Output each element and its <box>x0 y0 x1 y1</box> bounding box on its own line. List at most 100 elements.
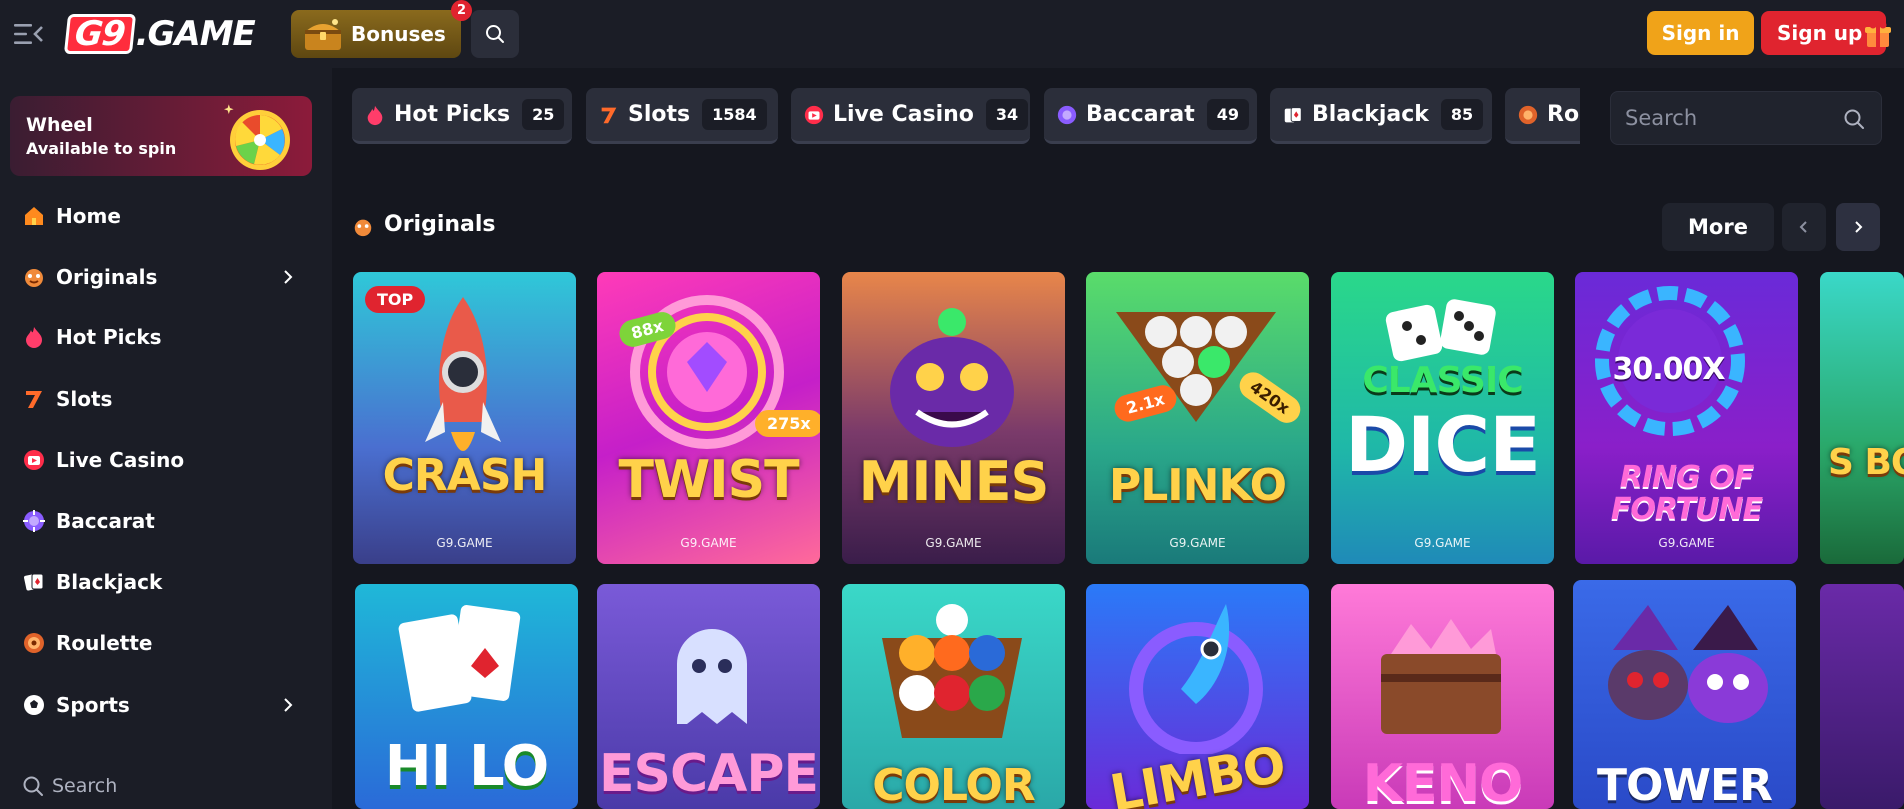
game-brand: G9.GAME <box>925 536 982 550</box>
game-card-escape[interactable]: ESCAPE <box>597 584 820 809</box>
baccarat-chip-icon <box>1057 105 1077 124</box>
game-brand: G9.GAME <box>1169 536 1226 550</box>
tab-roulette[interactable]: Ro <box>1505 88 1580 144</box>
game-title: S BO <box>1828 442 1904 483</box>
tab-label: Baccarat <box>1086 102 1195 127</box>
game-title: PLINKO <box>1108 460 1287 511</box>
game-card-mines[interactable]: MINES G9.GAME <box>842 272 1065 564</box>
cards-icon <box>24 573 44 591</box>
sidebar-item-blackjack[interactable]: Blackjack <box>0 556 332 608</box>
sign-in-button[interactable]: Sign in <box>1647 11 1754 55</box>
game-card-crash[interactable]: TOP CRASH G9.GAME <box>353 272 576 564</box>
tab-live-casino[interactable]: Live Casino 34 <box>791 88 1030 144</box>
carousel-next-button[interactable] <box>1836 203 1880 251</box>
game-card-twist[interactable]: 88x 275x TWIST G9.GAME <box>597 272 820 564</box>
tab-label: Hot Picks <box>394 102 511 127</box>
game-title: HI LO <box>384 734 550 799</box>
flame-icon <box>367 105 383 125</box>
sidebar-item-roulette[interactable]: Roulette <box>0 617 332 669</box>
witch-creatures-icon <box>1608 605 1768 723</box>
sidebar-item-home[interactable]: Home <box>0 190 332 242</box>
tab-hot-picks[interactable]: Hot Picks 25 <box>352 88 572 144</box>
sidebar-item-label: Slots <box>56 387 113 411</box>
flame-icon <box>26 327 42 348</box>
search-icon <box>486 25 504 43</box>
sidebar-item-originals[interactable]: Originals <box>0 251 332 303</box>
sidebar-item-sports[interactable]: Sports <box>0 679 332 731</box>
chevron-right-icon <box>284 270 293 284</box>
game-title: COLOR <box>872 760 1035 809</box>
game-card-plinko[interactable]: 2.1x 420x PLINKO G9.GAME <box>1086 272 1309 564</box>
game-card-partial[interactable] <box>1820 584 1904 809</box>
multiplier-label: 30.00X <box>1612 352 1725 387</box>
tab-baccarat[interactable]: Baccarat 49 <box>1044 88 1257 144</box>
sidebar-item-label: Home <box>56 204 121 228</box>
game-brand: G9.GAME <box>680 536 737 550</box>
site-logo[interactable]: G9 .GAME <box>63 14 256 54</box>
tab-count: 1584 <box>702 99 767 130</box>
home-icon <box>25 207 43 225</box>
live-tv-icon <box>804 105 824 124</box>
game-title: MINES <box>858 450 1050 513</box>
wheel-title: Wheel <box>26 114 93 136</box>
chevron-right-icon <box>1855 221 1863 233</box>
treasure-box-icon <box>1381 619 1501 734</box>
treasure-chest-icon <box>305 19 341 50</box>
sidebar-item-baccarat[interactable]: Baccarat <box>0 495 332 547</box>
tab-label: Live Casino <box>833 102 974 127</box>
game-card-partial[interactable]: S BO <box>1820 272 1904 564</box>
sidebar-item-live-casino[interactable]: Live Casino <box>0 434 332 486</box>
sidebar-item-slots[interactable]: Slots <box>0 373 332 425</box>
search-input[interactable] <box>1610 91 1882 145</box>
logo-g9: G9 <box>63 14 136 54</box>
originals-icon <box>25 269 43 287</box>
sidebar-item-hot-picks[interactable]: Hot Picks <box>0 311 332 363</box>
sidebar-item-label: Blackjack <box>56 570 163 594</box>
tab-count: 34 <box>985 99 1029 130</box>
game-title-top: RING OF <box>1619 460 1754 495</box>
section-title: Originals <box>384 212 496 237</box>
game-title: DICE <box>1344 400 1541 489</box>
baccarat-chip-icon <box>23 510 45 532</box>
game-card-classic-dice[interactable]: CLASSIC DICE G9.GAME <box>1331 272 1554 564</box>
menu-collapse-icon[interactable] <box>14 22 44 46</box>
sidebar-item-label: Hot Picks <box>56 325 162 349</box>
game-card-hi-lo[interactable]: HI LO <box>355 584 578 809</box>
tab-slots[interactable]: Slots 1584 <box>586 88 778 144</box>
sidebar-item-label: Baccarat <box>56 509 155 533</box>
search-icon <box>23 776 43 796</box>
game-title: KENO <box>1362 754 1524 809</box>
wheel-card[interactable]: Wheel Available to spin <box>10 96 312 176</box>
tab-blackjack[interactable]: Blackjack 85 <box>1270 88 1492 144</box>
game-card-color[interactable]: COLOR <box>842 584 1065 809</box>
chevron-left-icon <box>1799 221 1807 233</box>
game-title: TWIST <box>618 450 799 510</box>
game-card-tower[interactable]: TOWER <box>1573 580 1796 809</box>
tab-count: 49 <box>1206 99 1250 130</box>
game-card-limbo[interactable]: LIMBO <box>1086 584 1309 809</box>
carousel-prev-button[interactable] <box>1782 203 1826 251</box>
game-brand: G9.GAME <box>1658 536 1715 550</box>
sidebar: Wheel Available to spin Home Originals H… <box>0 68 332 809</box>
cards-icon <box>1284 106 1302 122</box>
tab-label: Ro <box>1547 102 1580 127</box>
header-search-button[interactable] <box>471 10 519 58</box>
sidebar-item-label: Originals <box>56 265 158 289</box>
monster-icon <box>890 308 1014 447</box>
category-tabs: Hot Picks 25 Slots 1584 Live Casino 34 B… <box>352 88 1580 144</box>
gift-icon <box>1865 21 1891 47</box>
sidebar-item-label: Sports <box>56 693 130 717</box>
rocket-icon <box>1129 604 1263 754</box>
game-card-ring-of-fortune[interactable]: 30.00X RING OF FORTUNE G9.GAME <box>1575 272 1798 564</box>
bonuses-button[interactable]: Bonuses <box>291 10 461 58</box>
more-button[interactable]: More <box>1662 203 1774 251</box>
sidebar-item-label: Live Casino <box>56 448 185 472</box>
dice-icon <box>1385 299 1496 362</box>
logo-game: .GAME <box>135 14 256 54</box>
sidebar-search[interactable]: Search <box>22 772 117 800</box>
billiard-balls-icon <box>882 604 1022 738</box>
top-badge: TOP <box>365 286 426 313</box>
game-title: FORTUNE <box>1610 492 1763 527</box>
chevron-right-icon <box>284 698 293 712</box>
game-card-keno[interactable]: KENO <box>1331 584 1554 809</box>
